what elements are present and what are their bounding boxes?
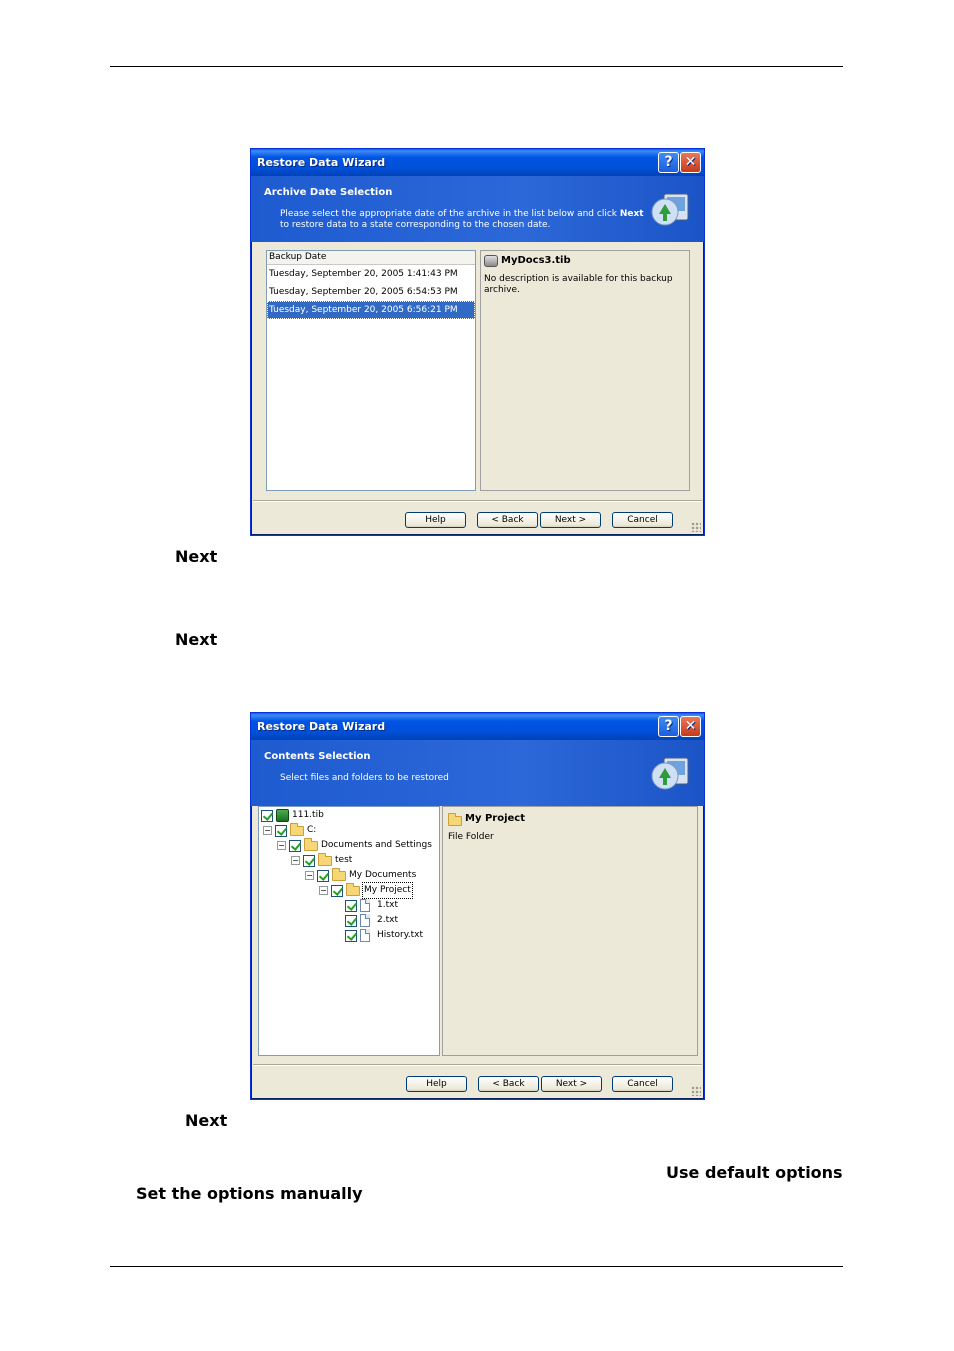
back-button[interactable]: < Back [478, 1076, 539, 1092]
archive-icon [484, 255, 498, 267]
archive-name: MyDocs3.tib [484, 254, 686, 268]
collapse-icon[interactable]: − [319, 886, 328, 895]
restore-wizard-contents-dialog: Restore Data Wizard ? ✕ Contents Selecti… [250, 712, 705, 1100]
tree-label: 1.txt [377, 900, 398, 910]
tree-label: test [335, 855, 353, 865]
help-icon[interactable]: ? [658, 716, 679, 737]
list-item[interactable]: Tuesday, September 20, 2005 1:41:43 PM [267, 265, 475, 283]
file-icon [360, 899, 370, 912]
tree-label: C: [307, 825, 317, 835]
cancel-button[interactable]: Cancel [612, 512, 673, 528]
tree-label: History.txt [377, 930, 423, 940]
footer-rule [110, 1266, 843, 1267]
checkbox[interactable] [261, 809, 273, 822]
tree-item-file[interactable]: History.txt [345, 928, 423, 943]
collapse-icon[interactable]: − [305, 871, 314, 880]
folder-icon [346, 882, 360, 896]
checkbox[interactable] [275, 824, 287, 837]
next-label-2: Next [175, 630, 218, 649]
help-button[interactable]: Help [405, 512, 466, 528]
archive-icon [276, 809, 289, 822]
restore-computer-icon [651, 193, 689, 226]
next-button[interactable]: Next > [541, 1076, 602, 1092]
folder-icon [290, 822, 304, 836]
collapse-icon[interactable]: − [291, 856, 300, 865]
tree-label: 2.txt [377, 915, 398, 925]
tree-item-drive[interactable]: − C: [263, 822, 317, 838]
next-label-1: Next [175, 547, 218, 566]
file-icon [360, 929, 370, 942]
folder-icon [448, 813, 462, 826]
tree-item-folder[interactable]: − My Documents [305, 867, 417, 883]
tree-item-folder[interactable]: − test [291, 852, 353, 868]
footer-separator [253, 500, 702, 502]
help-button[interactable]: Help [406, 1076, 467, 1092]
file-icon [360, 914, 370, 927]
step-title: Contents Selection [264, 751, 371, 762]
contents-tree[interactable]: 111.tib − C: − Documents and Settings − … [258, 806, 440, 1056]
step-title: Archive Date Selection [264, 187, 393, 198]
folder-icon [332, 867, 346, 881]
set-options-manually-label: Set the options manually [136, 1184, 363, 1203]
tree-label: Documents and Settings [321, 840, 432, 850]
close-icon[interactable]: ✕ [680, 152, 701, 173]
header-rule [110, 66, 843, 67]
checkbox[interactable] [303, 854, 315, 867]
back-button[interactable]: < Back [477, 512, 538, 528]
archive-name-label: MyDocs3.tib [501, 255, 571, 266]
window-title: Restore Data Wizard [257, 720, 386, 733]
checkbox[interactable] [345, 929, 357, 942]
list-item[interactable]: Tuesday, September 20, 2005 6:54:53 PM [267, 283, 475, 301]
title-bar[interactable]: Restore Data Wizard ? ✕ [251, 713, 704, 740]
tree-item-file[interactable]: 2.txt [345, 913, 398, 928]
help-icon[interactable]: ? [658, 152, 679, 173]
backup-date-list[interactable]: Backup Date Tuesday, September 20, 2005 … [266, 250, 476, 491]
tree-label: My Project [362, 882, 413, 899]
item-name: My Project [448, 812, 692, 826]
close-icon[interactable]: ✕ [680, 716, 701, 737]
next-button[interactable]: Next > [540, 512, 601, 528]
item-name-label: My Project [465, 813, 525, 824]
item-type: File Folder [448, 832, 494, 842]
folder-icon [318, 852, 332, 866]
collapse-icon[interactable]: − [263, 826, 272, 835]
item-info-panel: My Project File Folder [442, 806, 698, 1056]
tree-label: 111.tib [292, 810, 324, 820]
restore-wizard-date-dialog: Restore Data Wizard ? ✕ Archive Date Sel… [250, 148, 705, 536]
step-description: Select files and folders to be restored [280, 773, 449, 783]
tree-item-folder[interactable]: − Documents and Settings [277, 837, 432, 853]
checkbox[interactable] [345, 914, 357, 927]
archive-info-panel: MyDocs3.tib No description is available … [480, 250, 690, 491]
checkbox[interactable] [317, 869, 329, 882]
cancel-button[interactable]: Cancel [612, 1076, 673, 1092]
resize-grip-icon[interactable] [691, 522, 701, 532]
list-item-selected[interactable]: Tuesday, September 20, 2005 6:56:21 PM [267, 301, 475, 319]
checkbox[interactable] [331, 884, 343, 897]
tree-item-file[interactable]: 1.txt [345, 898, 398, 913]
wizard-banner: Contents Selection Select files and fold… [251, 740, 704, 806]
column-header-backup-date[interactable]: Backup Date [267, 251, 475, 265]
step-description: Please select the appropriate date of th… [280, 209, 644, 230]
footer-separator [253, 1064, 702, 1066]
tree-label: My Documents [349, 870, 417, 880]
tree-item-folder-selected[interactable]: − My Project [319, 882, 413, 899]
checkbox[interactable] [345, 899, 357, 912]
restore-computer-icon [651, 757, 689, 790]
use-default-options-label: Use default options [666, 1163, 843, 1182]
next-label-3: Next [185, 1111, 228, 1130]
checkbox[interactable] [289, 839, 301, 852]
archive-description: No description is available for this bac… [484, 274, 673, 295]
collapse-icon[interactable]: − [277, 841, 286, 850]
resize-grip-icon[interactable] [691, 1086, 701, 1096]
tree-item-archive[interactable]: 111.tib [261, 808, 324, 823]
window-title: Restore Data Wizard [257, 156, 386, 169]
wizard-banner: Archive Date Selection Please select the… [251, 176, 704, 242]
folder-icon [304, 837, 318, 851]
title-bar[interactable]: Restore Data Wizard ? ✕ [251, 149, 704, 176]
